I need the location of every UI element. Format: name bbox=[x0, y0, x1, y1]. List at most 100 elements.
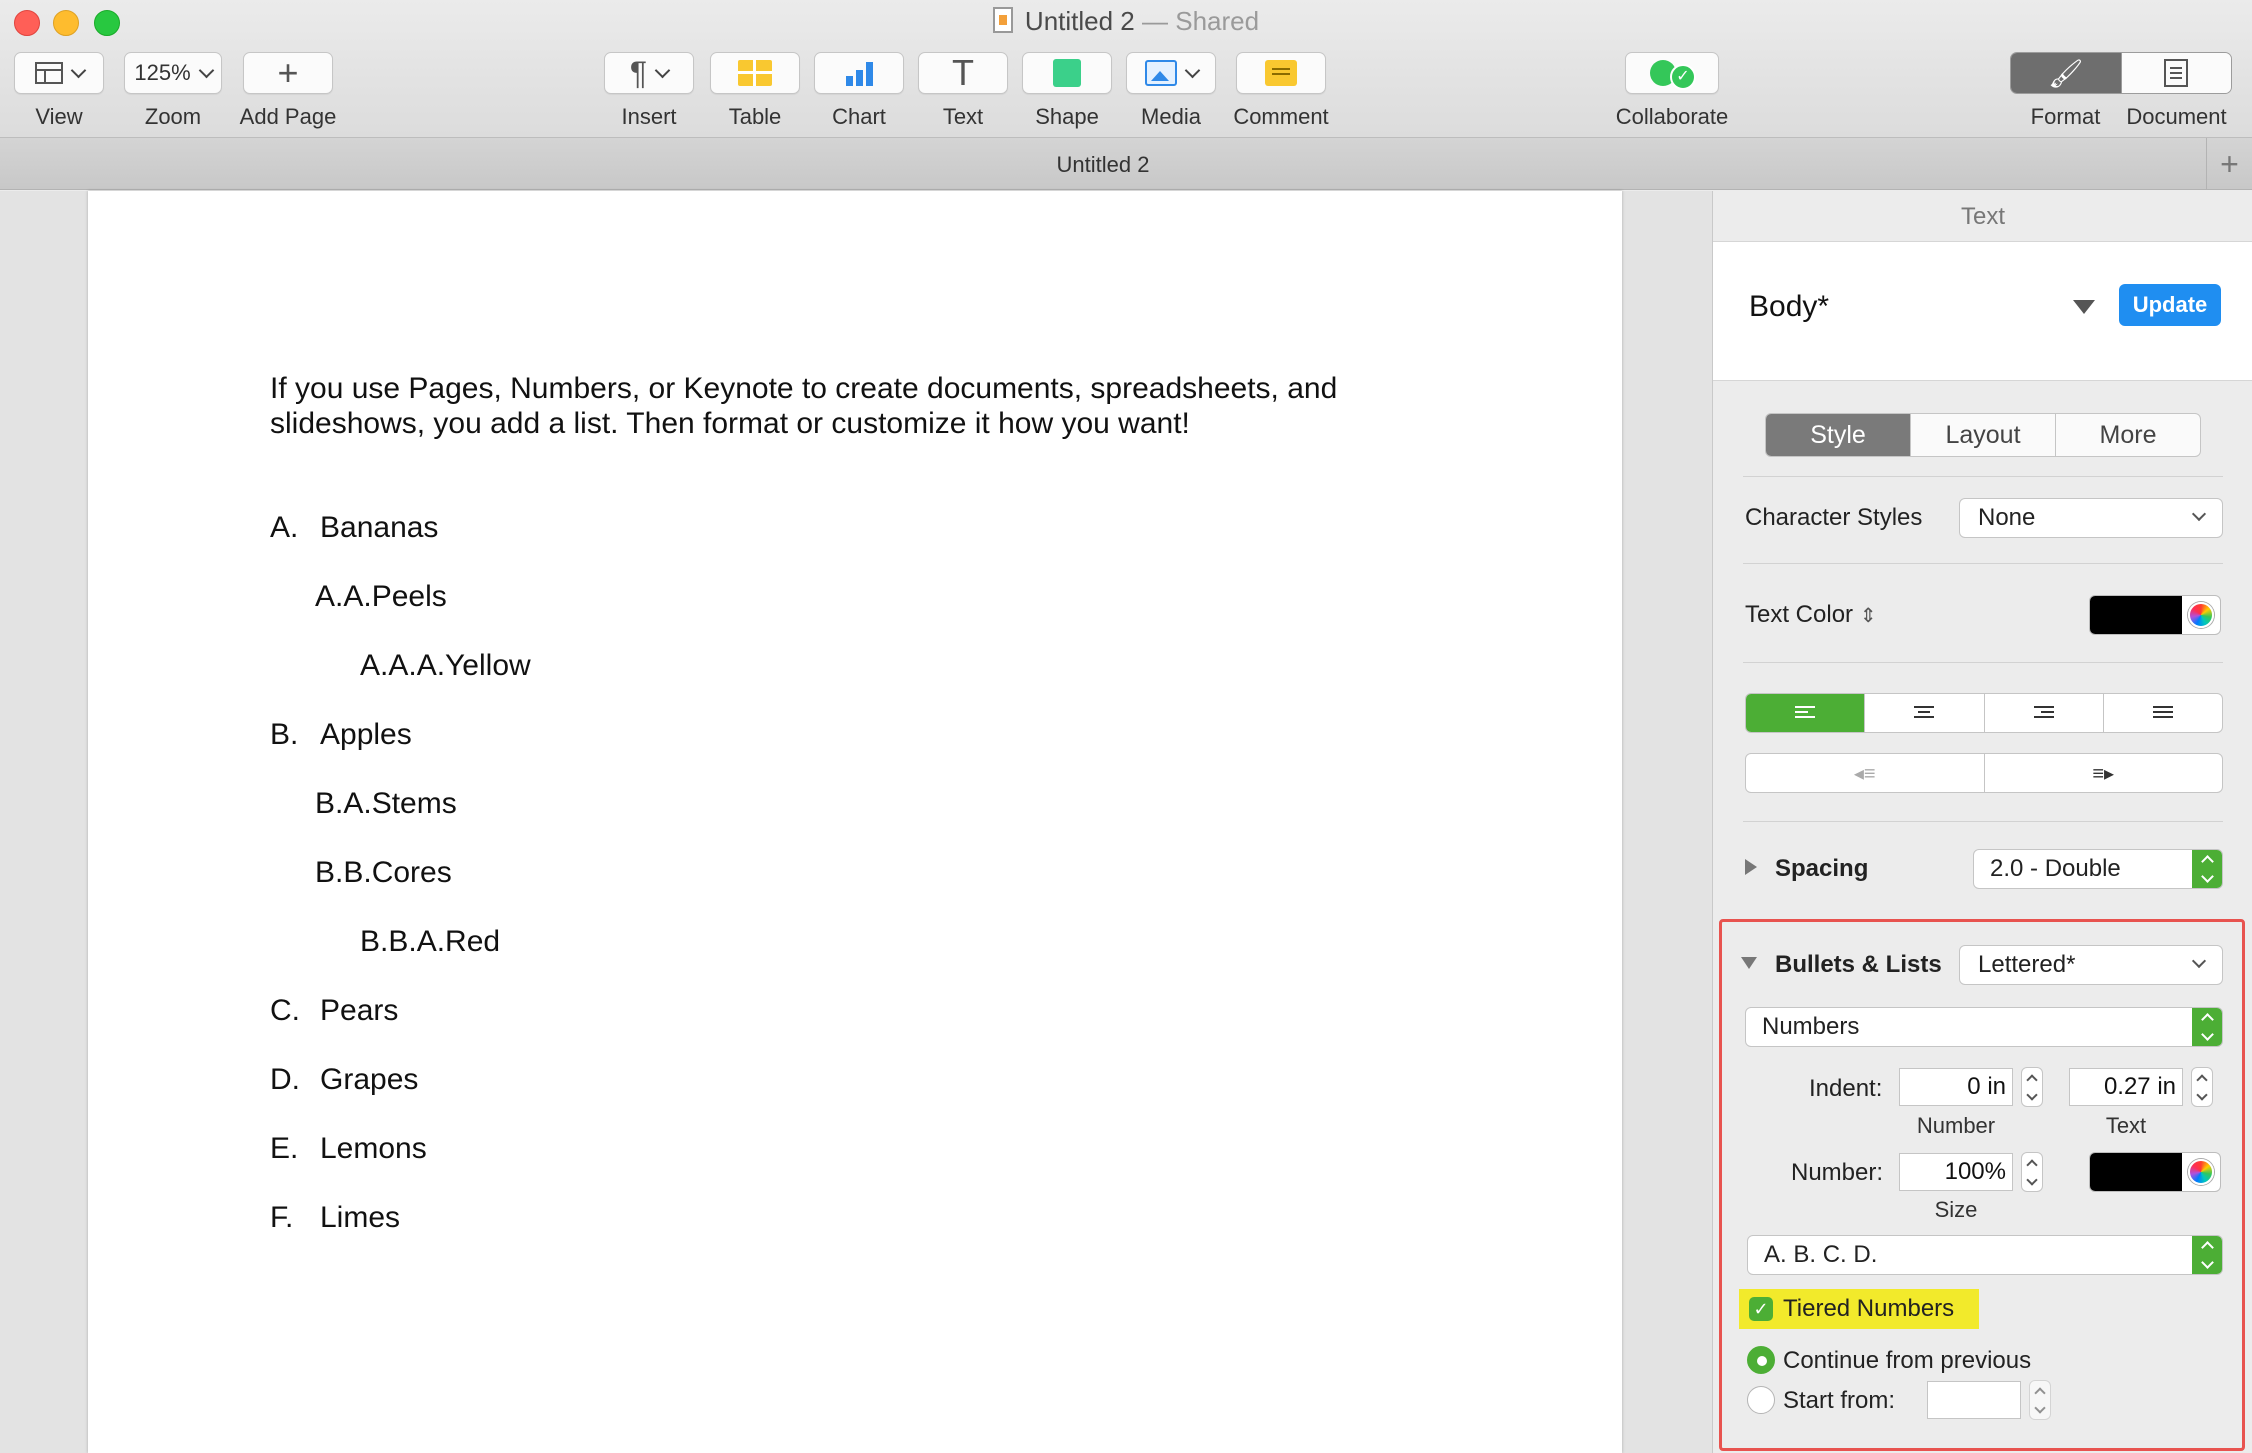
spacing-disclosure-icon[interactable] bbox=[1745, 859, 1757, 875]
paintbrush-icon: 🖌 bbox=[2047, 57, 2084, 89]
list-item[interactable]: E. Lemons bbox=[270, 1132, 427, 1166]
list-style-value: Lettered* bbox=[1978, 951, 2076, 978]
format-sidebar: Text Body* Update Style Layout More Char… bbox=[1712, 191, 2252, 1453]
toolbar-chart[interactable]: Chart bbox=[814, 52, 904, 130]
divider bbox=[1743, 476, 2223, 477]
start-from-stepper[interactable] bbox=[2029, 1380, 2051, 1420]
table-button[interactable] bbox=[710, 52, 800, 94]
number-color-well[interactable] bbox=[2089, 1152, 2221, 1192]
toolbar-view[interactable]: View bbox=[14, 52, 104, 130]
spacing-select[interactable]: 2.0 - Double bbox=[1973, 849, 2223, 889]
add-page-button[interactable]: + bbox=[243, 52, 333, 94]
list-item[interactable]: B.B.Cores bbox=[315, 856, 452, 890]
document-button[interactable] bbox=[2120, 53, 2231, 93]
tab-style[interactable]: Style bbox=[1766, 414, 1910, 456]
collaborate-button[interactable] bbox=[1625, 52, 1719, 94]
continue-from-previous-radio[interactable] bbox=[1747, 1346, 1775, 1374]
character-styles-select[interactable]: None bbox=[1959, 498, 2223, 538]
indent-number-field[interactable]: 0 in bbox=[1899, 1068, 2013, 1106]
align-right-button[interactable] bbox=[1983, 694, 2103, 732]
list-text: Grapes bbox=[320, 1063, 419, 1096]
insert-button[interactable]: ¶ bbox=[604, 52, 694, 94]
list-item[interactable]: B.B.A.Red bbox=[360, 925, 500, 959]
tab-more[interactable]: More bbox=[2055, 414, 2200, 456]
color-wheel-icon[interactable] bbox=[2188, 602, 2214, 628]
document-page[interactable]: If you use Pages, Numbers, or Keynote to… bbox=[88, 191, 1622, 1453]
list-item[interactable]: B. Apples bbox=[270, 718, 412, 752]
start-from-label[interactable]: Start from: bbox=[1783, 1387, 1895, 1415]
tab-bar: Untitled 2 + bbox=[0, 138, 2252, 190]
list-marker: B. bbox=[270, 718, 299, 751]
number-color-swatch[interactable] bbox=[2090, 1153, 2182, 1191]
chart-button[interactable] bbox=[814, 52, 904, 94]
start-from-field[interactable] bbox=[1927, 1381, 2021, 1419]
toolbar-media[interactable]: Media bbox=[1126, 52, 1216, 130]
style-menu-arrow-icon[interactable] bbox=[2073, 300, 2095, 314]
bullets-disclosure-icon[interactable] bbox=[1741, 957, 1757, 969]
tiered-numbers-checkbox[interactable]: ✓ bbox=[1749, 1297, 1773, 1321]
indent-number-stepper[interactable] bbox=[2021, 1067, 2043, 1107]
toolbar-add-page[interactable]: + Add Page bbox=[238, 52, 338, 130]
list-item[interactable]: D. Grapes bbox=[270, 1063, 418, 1097]
indent-text-stepper[interactable] bbox=[2191, 1067, 2213, 1107]
increase-indent-button[interactable]: ≡▸ bbox=[1983, 754, 2223, 792]
window-title-text: Untitled 2 bbox=[1024, 6, 1135, 36]
view-button[interactable] bbox=[14, 52, 104, 94]
intro-line-2: slideshows, you add a list. Then format … bbox=[270, 407, 1190, 440]
toolbar-shape[interactable]: Shape bbox=[1022, 52, 1112, 130]
media-button[interactable] bbox=[1126, 52, 1216, 94]
list-style-select[interactable]: Lettered* bbox=[1959, 945, 2223, 985]
document-canvas[interactable]: If you use Pages, Numbers, or Keynote to… bbox=[0, 191, 1712, 1453]
comment-button[interactable] bbox=[1236, 52, 1326, 94]
tab-untitled-2[interactable]: Untitled 2 bbox=[0, 152, 2206, 178]
up-down-arrows-icon[interactable]: ⇕ bbox=[1860, 605, 1877, 627]
number-size-field[interactable]: 100% bbox=[1899, 1153, 2013, 1191]
list-marker: A.A. bbox=[315, 580, 372, 613]
color-wheel-icon[interactable] bbox=[2188, 1159, 2214, 1185]
list-text: Pears bbox=[320, 994, 399, 1027]
indent-text-value: 0.27 in bbox=[2103, 1073, 2176, 1100]
toolbar-text[interactable]: T Text bbox=[918, 52, 1008, 130]
list-item[interactable]: C. Pears bbox=[270, 994, 398, 1028]
chevron-down-icon bbox=[1184, 62, 1200, 78]
update-style-button[interactable]: Update bbox=[2119, 284, 2221, 326]
justify-button[interactable] bbox=[2102, 694, 2222, 732]
list-item[interactable]: A.A.A.Yellow bbox=[360, 649, 531, 683]
toolbar-insert[interactable]: ¶ Insert bbox=[604, 52, 694, 130]
align-left-button[interactable] bbox=[1746, 694, 1865, 732]
number-size-sublabel: Size bbox=[1934, 1197, 1978, 1222]
text-color-swatch[interactable] bbox=[2090, 596, 2182, 634]
intro-paragraph[interactable]: If you use Pages, Numbers, or Keynote to… bbox=[270, 371, 1420, 441]
format-button[interactable]: 🖌 bbox=[2011, 53, 2121, 93]
list-item[interactable]: B.A.Stems bbox=[315, 787, 457, 821]
tab-layout[interactable]: Layout bbox=[1910, 414, 2055, 456]
continue-from-previous-label[interactable]: Continue from previous bbox=[1783, 1347, 2031, 1375]
spacing-label[interactable]: Spacing bbox=[1775, 855, 1868, 883]
text-button[interactable]: T bbox=[918, 52, 1008, 94]
shape-icon bbox=[1053, 59, 1081, 87]
list-item[interactable]: A.A.Peels bbox=[315, 580, 447, 614]
list-item[interactable]: A. Bananas bbox=[270, 511, 438, 545]
toolbar-table[interactable]: Table bbox=[710, 52, 800, 130]
bullets-lists-label[interactable]: Bullets & Lists bbox=[1775, 951, 1942, 979]
tiered-numbers-label[interactable]: Tiered Numbers bbox=[1783, 1295, 1954, 1323]
shape-button[interactable] bbox=[1022, 52, 1112, 94]
new-tab-button[interactable]: + bbox=[2206, 138, 2252, 190]
toolbar-zoom[interactable]: 125% Zoom bbox=[124, 52, 222, 130]
number-format-select[interactable]: A. B. C. D. bbox=[1747, 1235, 2223, 1275]
start-from-radio[interactable] bbox=[1747, 1386, 1775, 1414]
number-size-stepper[interactable] bbox=[2021, 1152, 2043, 1192]
indent-text-field[interactable]: 0.27 in bbox=[2069, 1068, 2183, 1106]
align-center-button[interactable] bbox=[1864, 694, 1983, 732]
zoom-select[interactable]: 125% bbox=[124, 52, 222, 94]
toolbar-collaborate[interactable]: Collaborate bbox=[1612, 52, 1732, 130]
pilcrow-icon: ¶ bbox=[629, 55, 648, 91]
shape-label: Shape bbox=[1035, 104, 1099, 129]
paragraph-style-name[interactable]: Body* bbox=[1749, 290, 1829, 324]
list-text: Stems bbox=[371, 787, 457, 820]
toolbar-comment[interactable]: Comment bbox=[1230, 52, 1332, 130]
list-item[interactable]: F. Limes bbox=[270, 1201, 400, 1235]
decrease-indent-button[interactable]: ◂≡ bbox=[1746, 754, 1984, 792]
bullet-type-select[interactable]: Numbers bbox=[1745, 1007, 2223, 1047]
text-color-well[interactable] bbox=[2089, 595, 2221, 635]
